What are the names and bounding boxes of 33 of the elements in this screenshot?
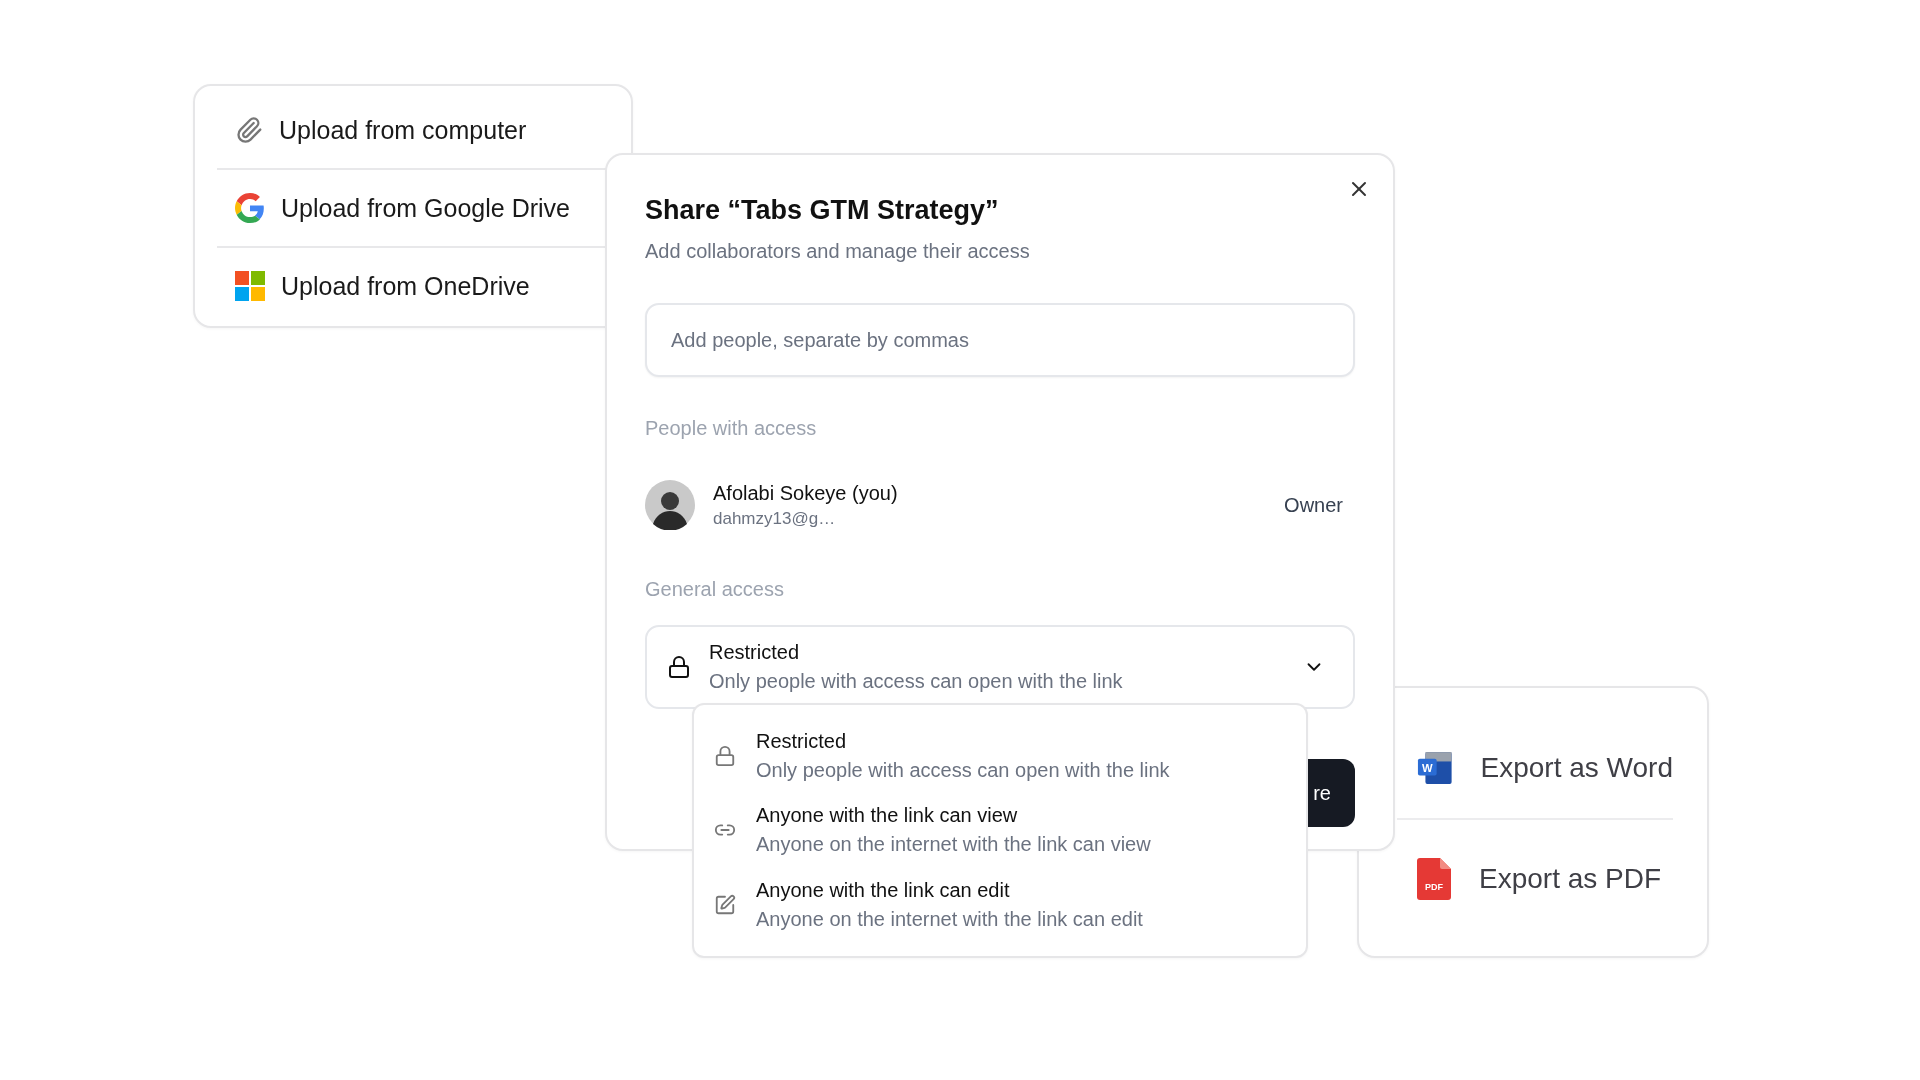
access-option[interactable]: Anyone with the link can view Anyone on the internet with the link can view — [694, 793, 1306, 868]
dialog-subtitle: Add collaborators and manage their access — [645, 240, 1031, 263]
lock-icon — [667, 655, 691, 679]
google-icon — [235, 193, 265, 223]
lock-icon — [714, 745, 736, 768]
edit-icon — [714, 893, 736, 916]
option-title: Anyone with the link can edit — [756, 878, 1011, 902]
avatar — [645, 480, 695, 530]
upload-option[interactable]: Upload from Google Drive — [281, 193, 570, 223]
option-description: Anyone on the internet with the link can view — [756, 833, 1152, 857]
pdf-icon: PDF — [1417, 858, 1451, 900]
section-heading: General access — [645, 578, 785, 601]
export-option[interactable]: Export as PDF — [1479, 863, 1662, 895]
option-title: Anyone with the link can view — [756, 804, 1019, 828]
upload-option[interactable]: Upload from computer — [279, 115, 527, 145]
section-heading: People with access — [645, 417, 818, 440]
access-option[interactable]: Restricted Only people with access can open with the link — [694, 719, 1306, 794]
option-title: Restricted — [709, 641, 801, 664]
upload-option[interactable]: Upload from OneDrive — [281, 271, 530, 301]
paperclip-icon — [235, 116, 263, 144]
option-description: Anyone on the internet with the link can edit — [756, 907, 1144, 931]
access-option[interactable]: Anyone with the link can edit Anyone on the internet with the link can edit — [694, 867, 1306, 942]
windows-logo-icon — [235, 271, 265, 301]
option-title: Restricted — [756, 730, 848, 754]
dialog-title: Share “Tabs GTM Strategy” — [645, 195, 1000, 226]
option-description: Only people with access can open with the link — [709, 670, 1124, 693]
person-name: Afolabi Sokeye (you) — [713, 481, 899, 505]
person-role: Owner — [1284, 493, 1343, 517]
add-people-field[interactable]: Add people, separate by commas — [645, 303, 1355, 377]
access-select[interactable]: Restricted Only people with access can open with the link — [645, 625, 1355, 709]
option-description: Only people with access can open with the link — [756, 759, 1171, 783]
person-email: dahmzy13@g… — [713, 508, 837, 529]
export-option[interactable]: Export as Word — [1480, 752, 1673, 784]
